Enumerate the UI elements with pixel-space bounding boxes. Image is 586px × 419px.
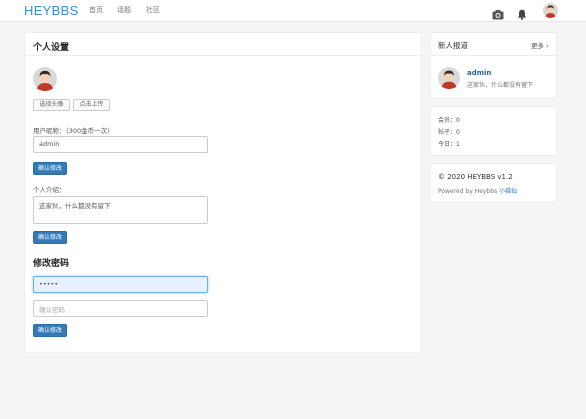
bio-submit-button[interactable]: 确认修改 xyxy=(33,231,67,244)
nickname-label: 用户昵称：（300金币一次） xyxy=(33,127,114,135)
bell-icon[interactable] xyxy=(517,5,527,24)
nav-link-home[interactable]: 首页 xyxy=(89,5,103,15)
nickname-submit-button[interactable]: 确认修改 xyxy=(33,162,67,175)
camera-icon[interactable] xyxy=(492,5,504,24)
settings-title: 个人设置 xyxy=(33,43,70,53)
new-users-title: 新人报道 xyxy=(438,41,468,50)
new-user-name[interactable]: admin xyxy=(467,69,491,77)
bio-textarea[interactable]: 这家伙，什么都没有留下 xyxy=(33,196,208,224)
stat-members: 会员：0 xyxy=(438,117,460,124)
settings-panel: 个人设置 选择头像 点击上传 用户昵称：（300金币一次） admin 确认修改… xyxy=(24,32,423,353)
confirm-password-input[interactable]: 确认密码 xyxy=(33,300,208,317)
powered-by-text: Powered by Heybbs 小猫仙 xyxy=(438,186,517,195)
new-users-panel: 新人报道 更多 › admin 这家伙，什么都没有留下 xyxy=(430,32,558,99)
brand-logo[interactable]: HEYBBS xyxy=(24,3,79,18)
password-input[interactable]: ••••• xyxy=(33,276,208,293)
nav-link-topics[interactable]: 话题 xyxy=(117,5,131,15)
new-user-avatar[interactable] xyxy=(438,67,460,89)
powered-by-prefix: Powered by Heybbs xyxy=(438,188,500,195)
author-link[interactable]: 小猫仙 xyxy=(499,188,517,195)
bio-label: 个人介绍： xyxy=(33,186,66,194)
choose-avatar-button[interactable]: 选择头像 xyxy=(33,99,70,111)
stat-today: 今日：1 xyxy=(438,141,460,148)
top-navbar: HEYBBS 首页 话题 社区 xyxy=(0,0,586,22)
divider xyxy=(25,55,423,56)
nickname-input[interactable]: admin xyxy=(33,136,208,153)
footer-panel: © 2020 HEYBBS v1.2 Powered by Heybbs 小猫仙 xyxy=(430,163,557,203)
copyright-text: © 2020 HEYBBS v1.2 xyxy=(438,173,513,181)
stats-panel: 会员：0 帖子：0 今日：1 xyxy=(430,106,557,156)
password-section-title: 修改密码 xyxy=(33,259,70,269)
profile-avatar xyxy=(33,67,57,91)
password-submit-button[interactable]: 确认修改 xyxy=(33,324,67,337)
nav-link-community[interactable]: 社区 xyxy=(146,5,160,15)
stat-posts: 帖子：0 xyxy=(438,129,460,136)
divider xyxy=(431,55,558,56)
upload-avatar-button[interactable]: 点击上传 xyxy=(73,99,110,111)
new-user-bio: 这家伙，什么都没有留下 xyxy=(467,82,534,89)
user-avatar-menu[interactable] xyxy=(543,3,558,18)
more-link[interactable]: 更多 › xyxy=(531,40,549,50)
